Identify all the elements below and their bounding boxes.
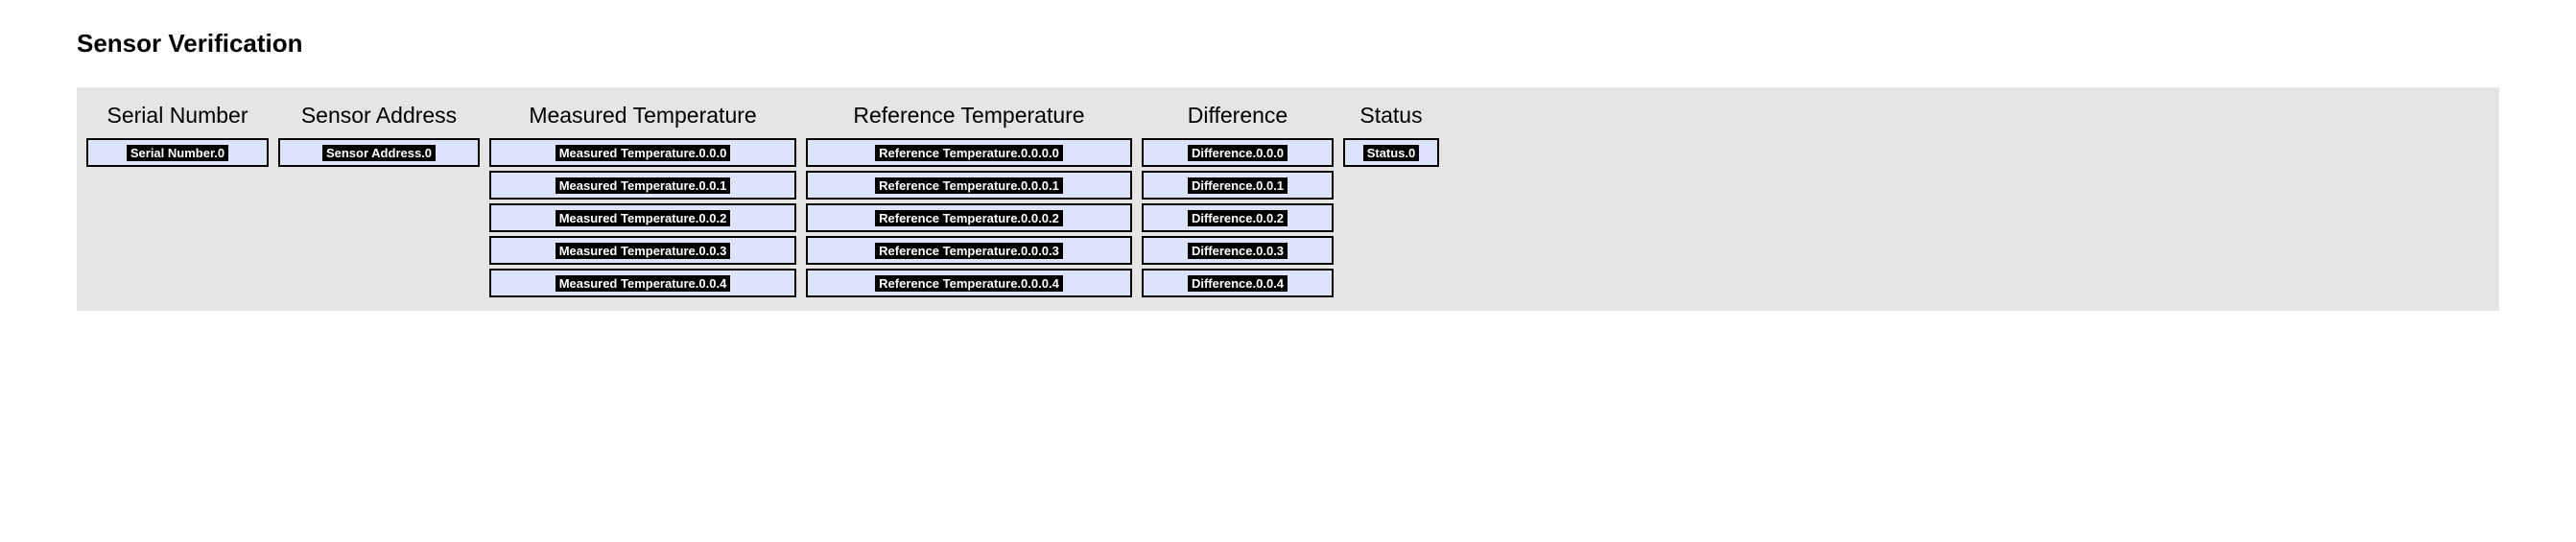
cell-measured-2-value: Measured Temperature.0.0.2 (555, 210, 731, 226)
cell-reference-3[interactable]: Reference Temperature.0.0.0.3 (806, 236, 1132, 265)
column-serial-number: Serial Number Serial Number.0 (86, 99, 269, 171)
cell-reference-2-value: Reference Temperature.0.0.0.2 (875, 210, 1063, 226)
header-measured-temperature: Measured Temperature (489, 99, 796, 138)
header-serial-number: Serial Number (86, 99, 269, 138)
cell-sensor-address-value: Sensor Address.0 (322, 145, 436, 161)
header-reference-temperature: Reference Temperature (806, 99, 1132, 138)
cell-measured-4-value: Measured Temperature.0.0.4 (555, 275, 731, 292)
cell-reference-4-value: Reference Temperature.0.0.0.4 (875, 275, 1063, 292)
cell-measured-1[interactable]: Measured Temperature.0.0.1 (489, 171, 796, 200)
sensor-verification-panel: Serial Number Serial Number.0 Sensor Add… (77, 87, 2499, 311)
cell-difference-0-value: Difference.0.0.0 (1188, 145, 1288, 161)
column-status: Status Status.0 (1343, 99, 1439, 171)
cell-measured-3-value: Measured Temperature.0.0.3 (555, 243, 731, 259)
cell-difference-4-value: Difference.0.0.4 (1188, 275, 1288, 292)
column-difference: Difference Difference.0.0.0 Difference.0… (1142, 99, 1334, 301)
cell-difference-2[interactable]: Difference.0.0.2 (1142, 203, 1334, 232)
cell-serial-number-value: Serial Number.0 (127, 145, 228, 161)
cell-measured-1-value: Measured Temperature.0.0.1 (555, 177, 731, 194)
column-measured-temperature: Measured Temperature Measured Temperatur… (489, 99, 796, 301)
cell-measured-2[interactable]: Measured Temperature.0.0.2 (489, 203, 796, 232)
cell-measured-4[interactable]: Measured Temperature.0.0.4 (489, 269, 796, 297)
cell-sensor-address[interactable]: Sensor Address.0 (278, 138, 480, 167)
cell-reference-0[interactable]: Reference Temperature.0.0.0.0 (806, 138, 1132, 167)
cell-difference-3[interactable]: Difference.0.0.3 (1142, 236, 1334, 265)
cell-reference-0-value: Reference Temperature.0.0.0.0 (875, 145, 1063, 161)
cell-difference-4[interactable]: Difference.0.0.4 (1142, 269, 1334, 297)
cell-difference-0[interactable]: Difference.0.0.0 (1142, 138, 1334, 167)
cell-measured-0-value: Measured Temperature.0.0.0 (555, 145, 731, 161)
cell-measured-0[interactable]: Measured Temperature.0.0.0 (489, 138, 796, 167)
page-title: Sensor Verification (77, 29, 2499, 59)
cell-reference-1-value: Reference Temperature.0.0.0.1 (875, 177, 1063, 194)
cell-reference-1[interactable]: Reference Temperature.0.0.0.1 (806, 171, 1132, 200)
cell-reference-3-value: Reference Temperature.0.0.0.3 (875, 243, 1063, 259)
cell-difference-3-value: Difference.0.0.3 (1188, 243, 1288, 259)
table-columns: Serial Number Serial Number.0 Sensor Add… (86, 99, 2490, 301)
cell-difference-1[interactable]: Difference.0.0.1 (1142, 171, 1334, 200)
header-status: Status (1343, 99, 1439, 138)
cell-reference-2[interactable]: Reference Temperature.0.0.0.2 (806, 203, 1132, 232)
cell-measured-3[interactable]: Measured Temperature.0.0.3 (489, 236, 796, 265)
cell-difference-1-value: Difference.0.0.1 (1188, 177, 1288, 194)
cell-difference-2-value: Difference.0.0.2 (1188, 210, 1288, 226)
column-reference-temperature: Reference Temperature Reference Temperat… (806, 99, 1132, 301)
cell-reference-4[interactable]: Reference Temperature.0.0.0.4 (806, 269, 1132, 297)
header-sensor-address: Sensor Address (278, 99, 480, 138)
cell-status[interactable]: Status.0 (1343, 138, 1439, 167)
header-difference: Difference (1142, 99, 1334, 138)
cell-status-value: Status.0 (1363, 145, 1420, 161)
cell-serial-number[interactable]: Serial Number.0 (86, 138, 269, 167)
column-sensor-address: Sensor Address Sensor Address.0 (278, 99, 480, 171)
